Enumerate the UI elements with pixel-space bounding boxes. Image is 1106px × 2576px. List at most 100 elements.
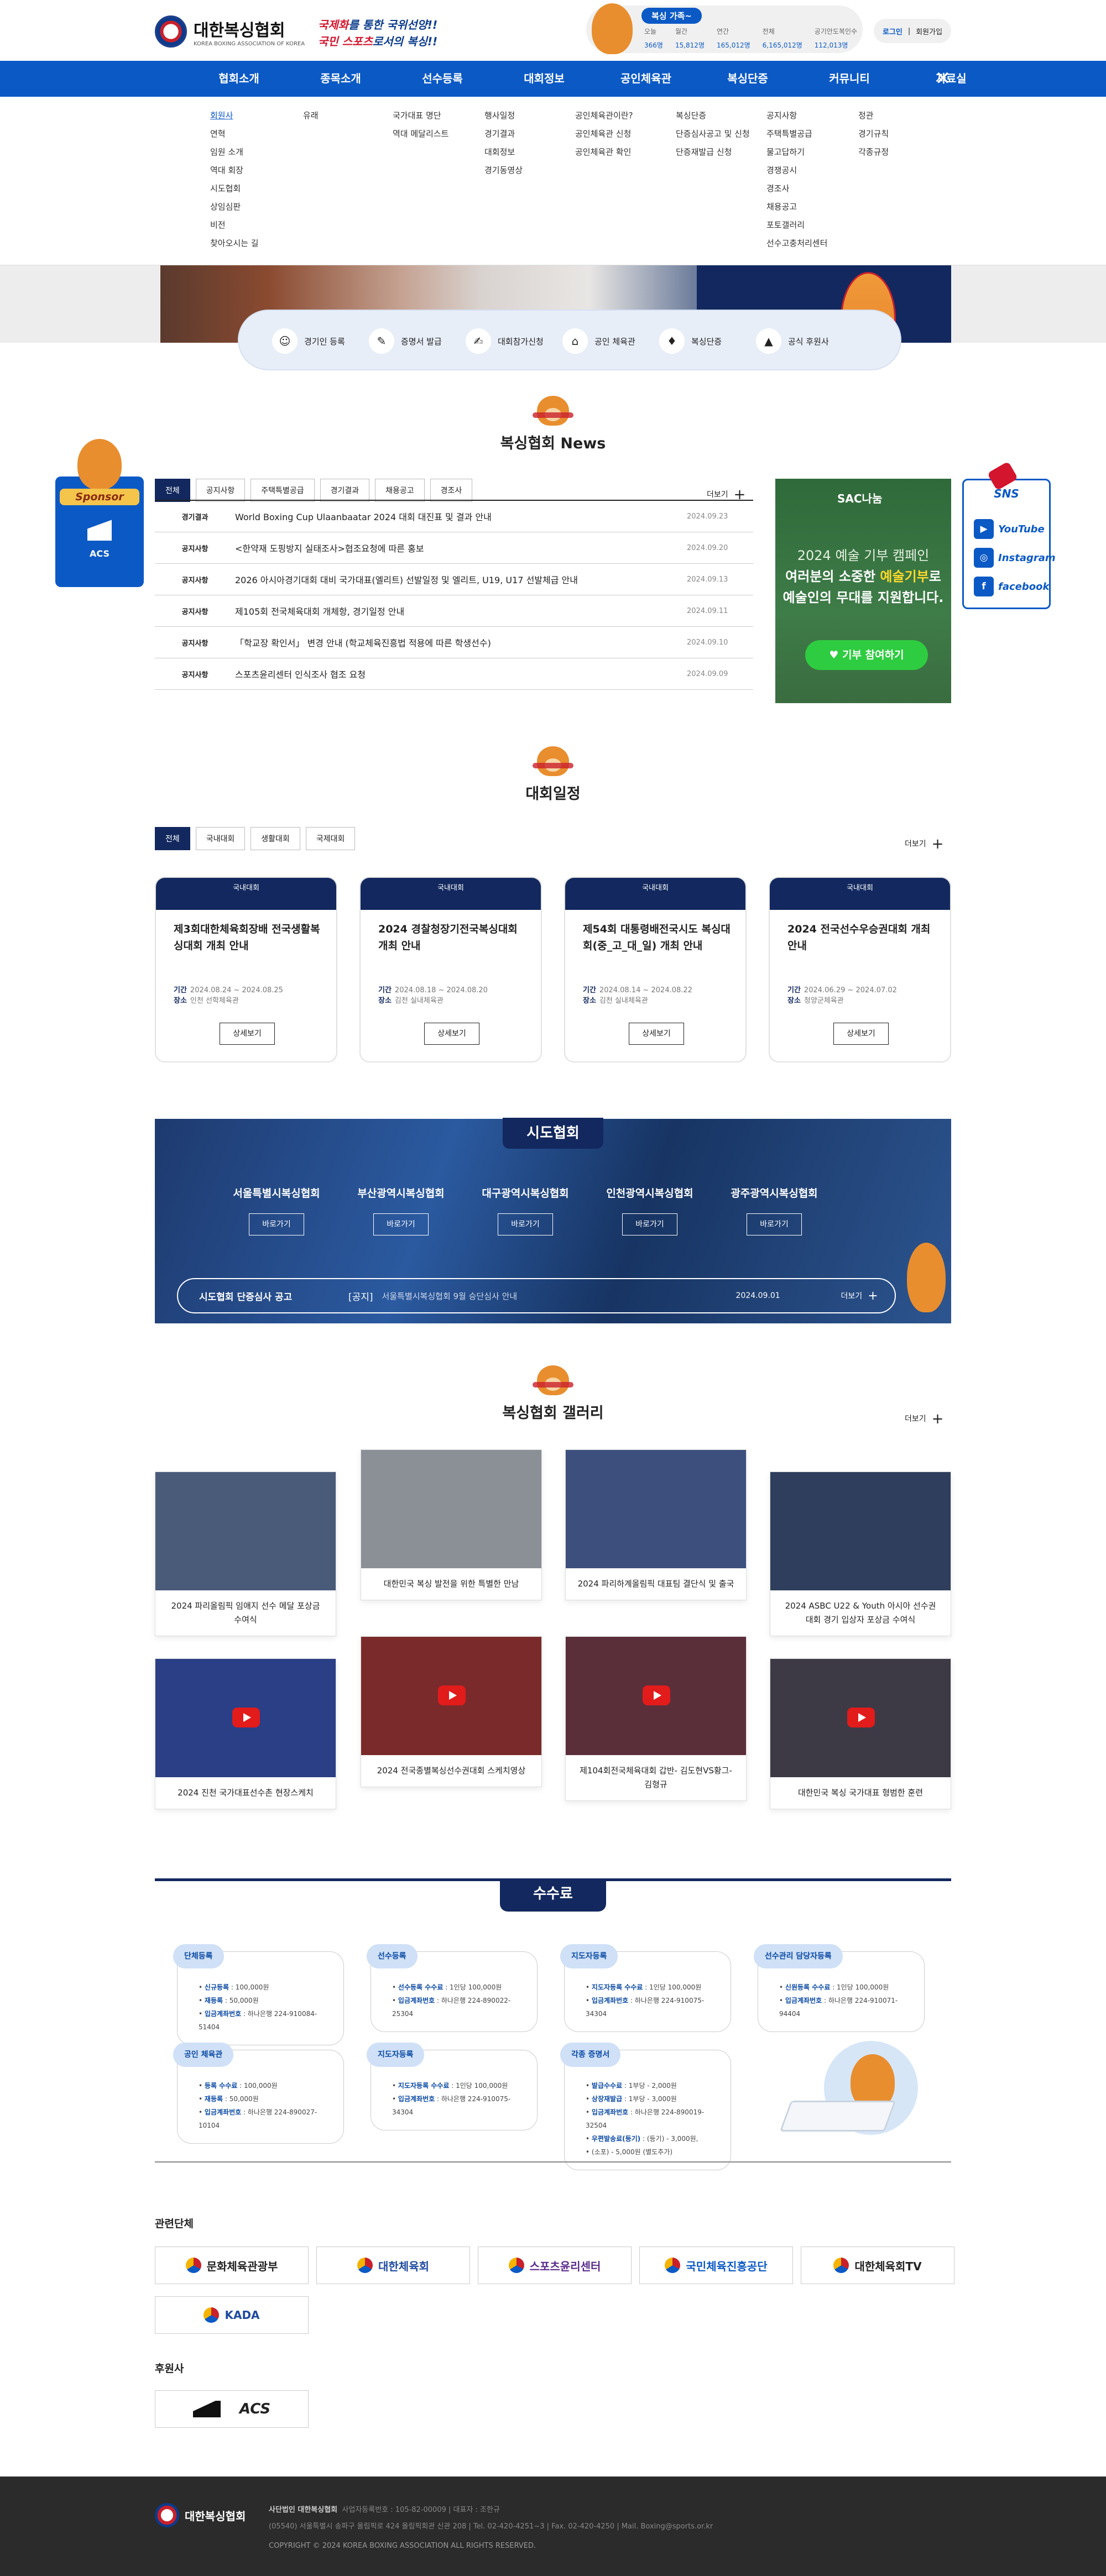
mega-menu-item[interactable]: 선수고충처리센터 (766, 234, 827, 253)
mega-menu-item[interactable]: 회원사 (210, 107, 259, 125)
city-notice-bar[interactable]: 시도협회 단증심사 공고 [공지] 서울특별시복싱협회 9월 승단심사 안내 2… (177, 1278, 896, 1313)
mega-menu-item[interactable]: 각종규정 (858, 143, 889, 161)
mega-menu-item[interactable]: 행사일정 (484, 107, 523, 125)
sponsor-badge[interactable]: Sponsor ACS (55, 439, 144, 587)
mega-menu-item[interactable]: 공지사항 (766, 107, 827, 125)
notice-more-link[interactable]: 더보기 (841, 1290, 863, 1301)
news-title-link[interactable]: 스포츠윤리센터 인식조사 협조 요청 (235, 667, 687, 680)
related-org-link[interactable]: 대한체육회TV (801, 2247, 954, 2284)
detail-button[interactable]: 상세보기 (629, 1023, 684, 1045)
mega-menu-item[interactable]: 역대 메달리스트 (393, 125, 448, 143)
mega-menu-item[interactable]: 연혁 (210, 125, 259, 143)
related-org-link[interactable]: KADA (155, 2296, 309, 2334)
shortcut-button[interactable]: 바로가기 (622, 1213, 677, 1235)
nav-item[interactable]: 커뮤니티 (799, 61, 900, 97)
related-org-link[interactable]: 대한체육회 (316, 2247, 470, 2284)
quick-menu-item[interactable]: ⌂ 공인 체육관 (562, 328, 659, 354)
mega-menu-item[interactable]: 시도협회 (210, 180, 259, 198)
nav-item[interactable]: 종목소개 (290, 61, 392, 97)
instagram-link[interactable]: ◎ Instagram (974, 548, 1056, 568)
nav-item[interactable]: 대회정보 (493, 61, 595, 97)
news-title-link[interactable]: 제105회 전국체육대회 개체항, 경기일정 안내 (235, 604, 687, 617)
news-row[interactable]: 공지사항 <한약재 도핑방지 실태조사>협조요청에 따른 홍보 2024.09.20 (155, 532, 753, 564)
gallery-more-link[interactable]: 더보기 + (905, 1411, 943, 1427)
nav-item[interactable]: 선수등록 (392, 61, 493, 97)
quick-menu-item[interactable]: ✎ 증명서 발급 (369, 328, 466, 354)
news-title-link[interactable]: 「학교장 확인서」 변경 안내 (학교체육진흥법 적용에 따른 학생선수) (235, 636, 687, 649)
tab[interactable]: 경기결과 (320, 479, 370, 502)
mega-menu-item[interactable]: 물고답하기 (766, 143, 827, 161)
news-row[interactable]: 공지사항 2026 아시아경기대회 대비 국가대표(엘리트) 선발일정 및 엘리트… (155, 564, 753, 595)
related-org-link[interactable]: 문화체육관광부 (155, 2247, 309, 2284)
mega-menu-item[interactable]: 경기결과 (484, 125, 523, 143)
news-title-link[interactable]: World Boxing Cup Ulaanbaatar 2024 대회 대진표… (235, 510, 687, 523)
mega-menu-item[interactable]: 포토갤러리 (766, 216, 827, 234)
gallery-item[interactable]: 2024 진천 국가대표선수촌 현장스케치 (155, 1658, 336, 1809)
sac-campaign-banner[interactable]: SAC나눔 2024 예술 기부 캠페인 여러분의 소중한 예술기부로 예술인의… (775, 479, 951, 703)
gallery-item[interactable]: 제104회전국체육대회 갑반- 김도현VS황그-김형규 (565, 1636, 747, 1801)
close-icon[interactable]: ✕ (935, 69, 951, 88)
tab[interactable]: 경조사 (430, 479, 473, 502)
mega-menu-item[interactable]: 공인체육관이란? (575, 107, 633, 125)
news-row[interactable]: 공지사항 제105회 전국체육대회 개체항, 경기일정 안내 2024.09.11 (155, 595, 753, 627)
quick-menu-item[interactable]: ▲ 공식 후원사 (756, 328, 853, 354)
mega-menu-item[interactable]: 단증심사공고 및 신청 (676, 125, 750, 143)
mega-menu-item[interactable]: 임원 소개 (210, 143, 259, 161)
mega-menu-item[interactable]: 주택특별공급 (766, 125, 827, 143)
mega-menu-item[interactable]: 경기규칙 (858, 125, 889, 143)
mega-menu-item[interactable]: 대회정보 (484, 143, 523, 161)
tab[interactable]: 국내대회 (195, 827, 246, 850)
mega-menu-item[interactable]: 공인체육관 신청 (575, 125, 633, 143)
schedule-more-link[interactable]: 더보기 + (905, 836, 943, 852)
related-org-link[interactable]: 스포츠윤리센터 (478, 2247, 632, 2284)
tab[interactable]: 생활대회 (251, 827, 300, 850)
gallery-item[interactable]: 2024 전국종별복싱선수권대회 스케치영상 (361, 1636, 542, 1787)
mega-menu-item[interactable]: 유래 (303, 107, 319, 125)
news-title-link[interactable]: <한약재 도핑방지 실태조사>협조요청에 따른 홍보 (235, 541, 687, 554)
shortcut-button[interactable]: 바로가기 (373, 1213, 429, 1235)
detail-button[interactable]: 상세보기 (220, 1023, 275, 1045)
mega-menu-item[interactable]: 경기동영상 (484, 161, 523, 180)
news-title-link[interactable]: 2026 아시아경기대회 대비 국가대표(엘리트) 선발일정 및 엘리트, U1… (235, 573, 687, 586)
tab[interactable]: 주택특별공급 (251, 479, 315, 502)
mega-menu-item[interactable]: 정관 (858, 107, 889, 125)
youtube-link[interactable]: ▶ YouTube (974, 519, 1045, 539)
tab[interactable]: 전체 (155, 479, 190, 502)
nav-item[interactable]: 복싱단증 (697, 61, 799, 97)
news-row[interactable]: 공지사항 「학교장 확인서」 변경 안내 (학교체육진흥법 적용에 따른 학생선수… (155, 627, 753, 658)
tab[interactable]: 국제대회 (305, 827, 356, 850)
donate-button[interactable]: ♥ 기부 참여하기 (805, 640, 928, 670)
mega-menu-item[interactable]: 찾아오시는 길 (210, 234, 259, 253)
news-row[interactable]: 경기결과 World Boxing Cup Ulaanbaatar 2024 대회… (155, 501, 753, 532)
tab[interactable]: 공지사항 (195, 479, 246, 502)
gallery-item[interactable]: 2024 파리올림픽 임애지 선수 메달 포상금 수여식 (155, 1472, 336, 1636)
quick-menu-item[interactable]: ☺ 경기인 등록 (272, 328, 369, 354)
mega-menu-item[interactable]: 공인체육관 확인 (575, 143, 633, 161)
gallery-item[interactable]: 2024 파리하계올림픽 대표팀 결단식 및 출국 (565, 1449, 747, 1600)
detail-button[interactable]: 상세보기 (833, 1023, 889, 1045)
nav-item[interactable]: 협회소개 (188, 61, 290, 97)
mega-menu-item[interactable]: 채용공고 (766, 198, 827, 216)
join-link[interactable]: 회원가입 (916, 26, 942, 36)
mega-menu-item[interactable]: 국가대표 명단 (393, 107, 448, 125)
shortcut-button[interactable]: 바로가기 (747, 1213, 802, 1235)
nav-item[interactable]: 자료실 (900, 61, 1002, 97)
shortcut-button[interactable]: 바로가기 (498, 1213, 553, 1235)
related-org-link[interactable]: 국민체육진흥공단 (639, 2247, 793, 2284)
quick-menu-item[interactable]: ♦ 복싱단증 (659, 328, 756, 354)
mega-menu-item[interactable]: 역대 회장 (210, 161, 259, 180)
login-link[interactable]: 로그인 (883, 26, 902, 36)
shortcut-button[interactable]: 바로가기 (249, 1213, 304, 1235)
gallery-item[interactable]: 대한민국 복싱 발전을 위한 특별한 만남 (361, 1449, 542, 1600)
detail-button[interactable]: 상세보기 (424, 1023, 479, 1045)
mega-menu-item[interactable]: 경조사 (766, 180, 827, 198)
mega-menu-item[interactable]: 비전 (210, 216, 259, 234)
gallery-item[interactable]: 2024 ASBC U22 & Youth 아시아 선수권대회 경기 입상자 포… (770, 1472, 951, 1636)
news-row[interactable]: 공지사항 스포츠윤리센터 인식조사 협조 요청 2024.09.09 (155, 658, 753, 690)
tab[interactable]: 채용공고 (375, 479, 425, 502)
quick-menu-item[interactable]: ✍ 대회참가신청 (466, 328, 562, 354)
site-logo[interactable]: 대한복싱협회 KOREA BOXING ASSOCIATION OF KOREA (155, 15, 305, 48)
mega-menu-item[interactable]: 복싱단증 (676, 107, 750, 125)
gallery-item[interactable]: 대한민국 복싱 국가대표 형범한 훈련 (770, 1658, 951, 1809)
sponsor-logos[interactable]: ACS (155, 2390, 309, 2428)
